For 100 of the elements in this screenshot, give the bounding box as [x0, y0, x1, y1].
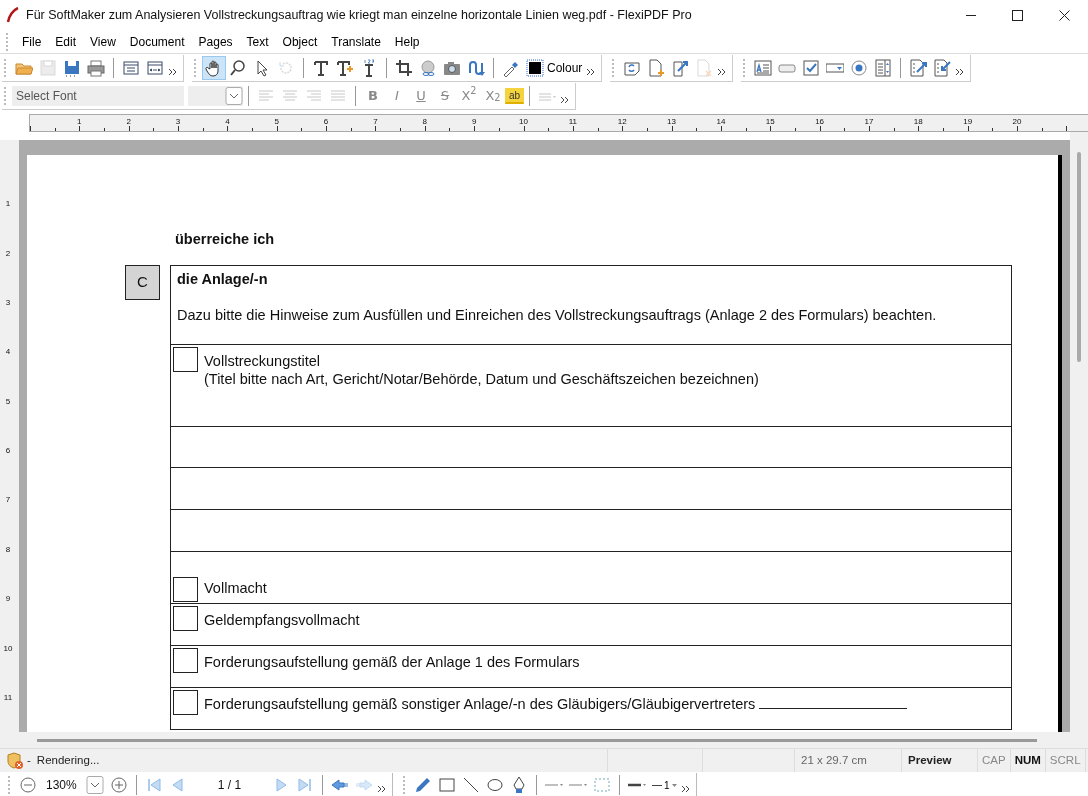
- option-label: Geldempfangsvollmacht: [204, 610, 360, 629]
- close-icon: [1059, 9, 1070, 21]
- status-message: Rendering...: [36, 752, 100, 768]
- line-width-icon: [628, 783, 647, 787]
- app-logo-icon: [6, 7, 20, 23]
- ruler-number: 9: [471, 116, 477, 128]
- shield-error-icon: [6, 751, 24, 770]
- rotate-icon: [277, 59, 295, 77]
- caret-icon: [671, 783, 677, 787]
- status-separator: -: [27, 752, 31, 768]
- page-size: 21 x 29.7 cm: [795, 749, 902, 772]
- pencil-icon: [414, 776, 433, 794]
- menu-item[interactable]: File: [14, 30, 50, 53]
- ruler-number: 11: [568, 116, 577, 128]
- option-label: Forderungsaufstellung gemäß sonstiger Anlage/-n des Gläubigers/Gläubigervertreters: [204, 695, 756, 712]
- camera-icon: [443, 59, 461, 77]
- form-edit-icon: [909, 59, 928, 77]
- ruler-number: 18: [913, 116, 923, 128]
- checkbox[interactable]: [173, 647, 198, 673]
- ruler-number: 7: [373, 116, 378, 128]
- zoom-out-icon: [19, 776, 37, 794]
- section-title: die Anlage/-n: [177, 269, 269, 288]
- ruler-number: 8: [5, 543, 11, 556]
- font-hint: Select Font: [16, 88, 77, 105]
- list-box-icon: [874, 59, 893, 77]
- ruler-number: 14: [716, 116, 726, 128]
- menu-item[interactable]: Help: [386, 30, 428, 53]
- colour-swatch-button[interactable]: Colour: [523, 56, 586, 80]
- highlight-button[interactable]: ab: [505, 88, 525, 104]
- ruler-number: 1: [77, 116, 82, 128]
- hand-button[interactable]: [202, 56, 226, 80]
- eyedropper-icon: [502, 59, 520, 77]
- menu-item[interactable]: Document: [121, 30, 193, 53]
- checkbox[interactable]: [173, 605, 198, 631]
- form-import-icon: [933, 59, 952, 77]
- text-icon: [312, 59, 330, 77]
- page-rotate-icon: [623, 59, 642, 77]
- menu-item[interactable]: Edit: [47, 30, 85, 53]
- chevron-icon: [168, 67, 178, 77]
- heading-text: überreiche ich: [175, 230, 276, 249]
- vertical-scrollbar[interactable]: [1070, 132, 1088, 732]
- search-icon: [229, 59, 247, 77]
- checkbox[interactable]: [173, 689, 198, 715]
- menu-item[interactable]: Text: [238, 30, 277, 53]
- window-icon: [122, 59, 140, 77]
- checkbox[interactable]: [173, 346, 198, 372]
- chevron-icon: [955, 67, 966, 77]
- key-indicator: CAP: [978, 749, 1011, 772]
- view-mode: Preview: [902, 749, 978, 772]
- window-icon: [146, 59, 164, 77]
- forward-arrow-icon: [355, 776, 374, 794]
- text-field-icon: [754, 59, 773, 77]
- dropdown-icon: [85, 776, 104, 794]
- option-label: Vollstreckungstitel: [204, 351, 322, 370]
- ruler-number: 20: [1012, 116, 1022, 128]
- ellipse-icon: [486, 776, 505, 794]
- ruler-number: 17: [864, 116, 874, 128]
- fill-in-line[interactable]: [759, 707, 908, 709]
- ruler-number: 9: [5, 593, 11, 606]
- maximize-icon: [1012, 9, 1023, 21]
- line-style-icon: [545, 783, 564, 787]
- zoom-in-icon: [109, 776, 128, 794]
- floppy-icon: [39, 59, 57, 77]
- link-icon: [419, 59, 437, 77]
- ruler-number: 15: [765, 116, 775, 128]
- colour-swatch-icon: [526, 59, 544, 77]
- ruler-number: 4: [225, 116, 230, 128]
- rectangle-icon: [438, 776, 457, 794]
- checkbox-icon: [802, 59, 821, 77]
- key-indicator: SCRL: [1045, 749, 1086, 772]
- section-note: Dazu bitte die Hinweise zum Ausfüllen und Einreichen des Vollstreckungsauftrags (Anlage 2 des Formulars) beachten.: [177, 305, 938, 324]
- menu-item[interactable]: Object: [274, 30, 326, 53]
- page-add-icon: [647, 59, 666, 77]
- ruler-number: 4: [5, 346, 11, 359]
- chevron-icon: [586, 67, 597, 77]
- key-indicator: NUM: [1010, 749, 1046, 772]
- menu-item[interactable]: Pages: [190, 30, 241, 53]
- line-number-dropdown[interactable]: 1: [649, 773, 680, 796]
- line-icon: [652, 784, 663, 786]
- ruler-number: 6: [5, 445, 11, 458]
- floppy-icon: [63, 59, 81, 77]
- ruler-number: 16: [815, 116, 825, 128]
- window-title: Für SoftMaker zum Analysieren Vollstreckungsauftrag wie kriegt man einzelne horizontale Linien weg.pdf - FlexiPDF Pro: [26, 6, 692, 24]
- horizontal-scrollbar[interactable]: [0, 732, 1088, 748]
- dash-style-icon: [569, 783, 588, 787]
- ruler-number: 19: [963, 116, 973, 128]
- ruler-number: 8: [422, 116, 427, 128]
- back-arrow-icon: [331, 776, 350, 794]
- ruler-number: 12: [617, 116, 627, 128]
- curve-arrow-icon: [467, 59, 485, 77]
- section-label: C: [125, 264, 160, 300]
- crop-icon: [395, 59, 413, 77]
- selection-grid-icon: [593, 776, 612, 794]
- printer-icon: [87, 59, 105, 77]
- checkbox[interactable]: [173, 576, 198, 602]
- page-delete-icon: [695, 59, 714, 77]
- menu-item[interactable]: View: [82, 30, 124, 53]
- chevron-icon: [680, 784, 691, 794]
- ruler-number: 6: [323, 116, 329, 128]
- menu-item[interactable]: Translate: [323, 30, 389, 53]
